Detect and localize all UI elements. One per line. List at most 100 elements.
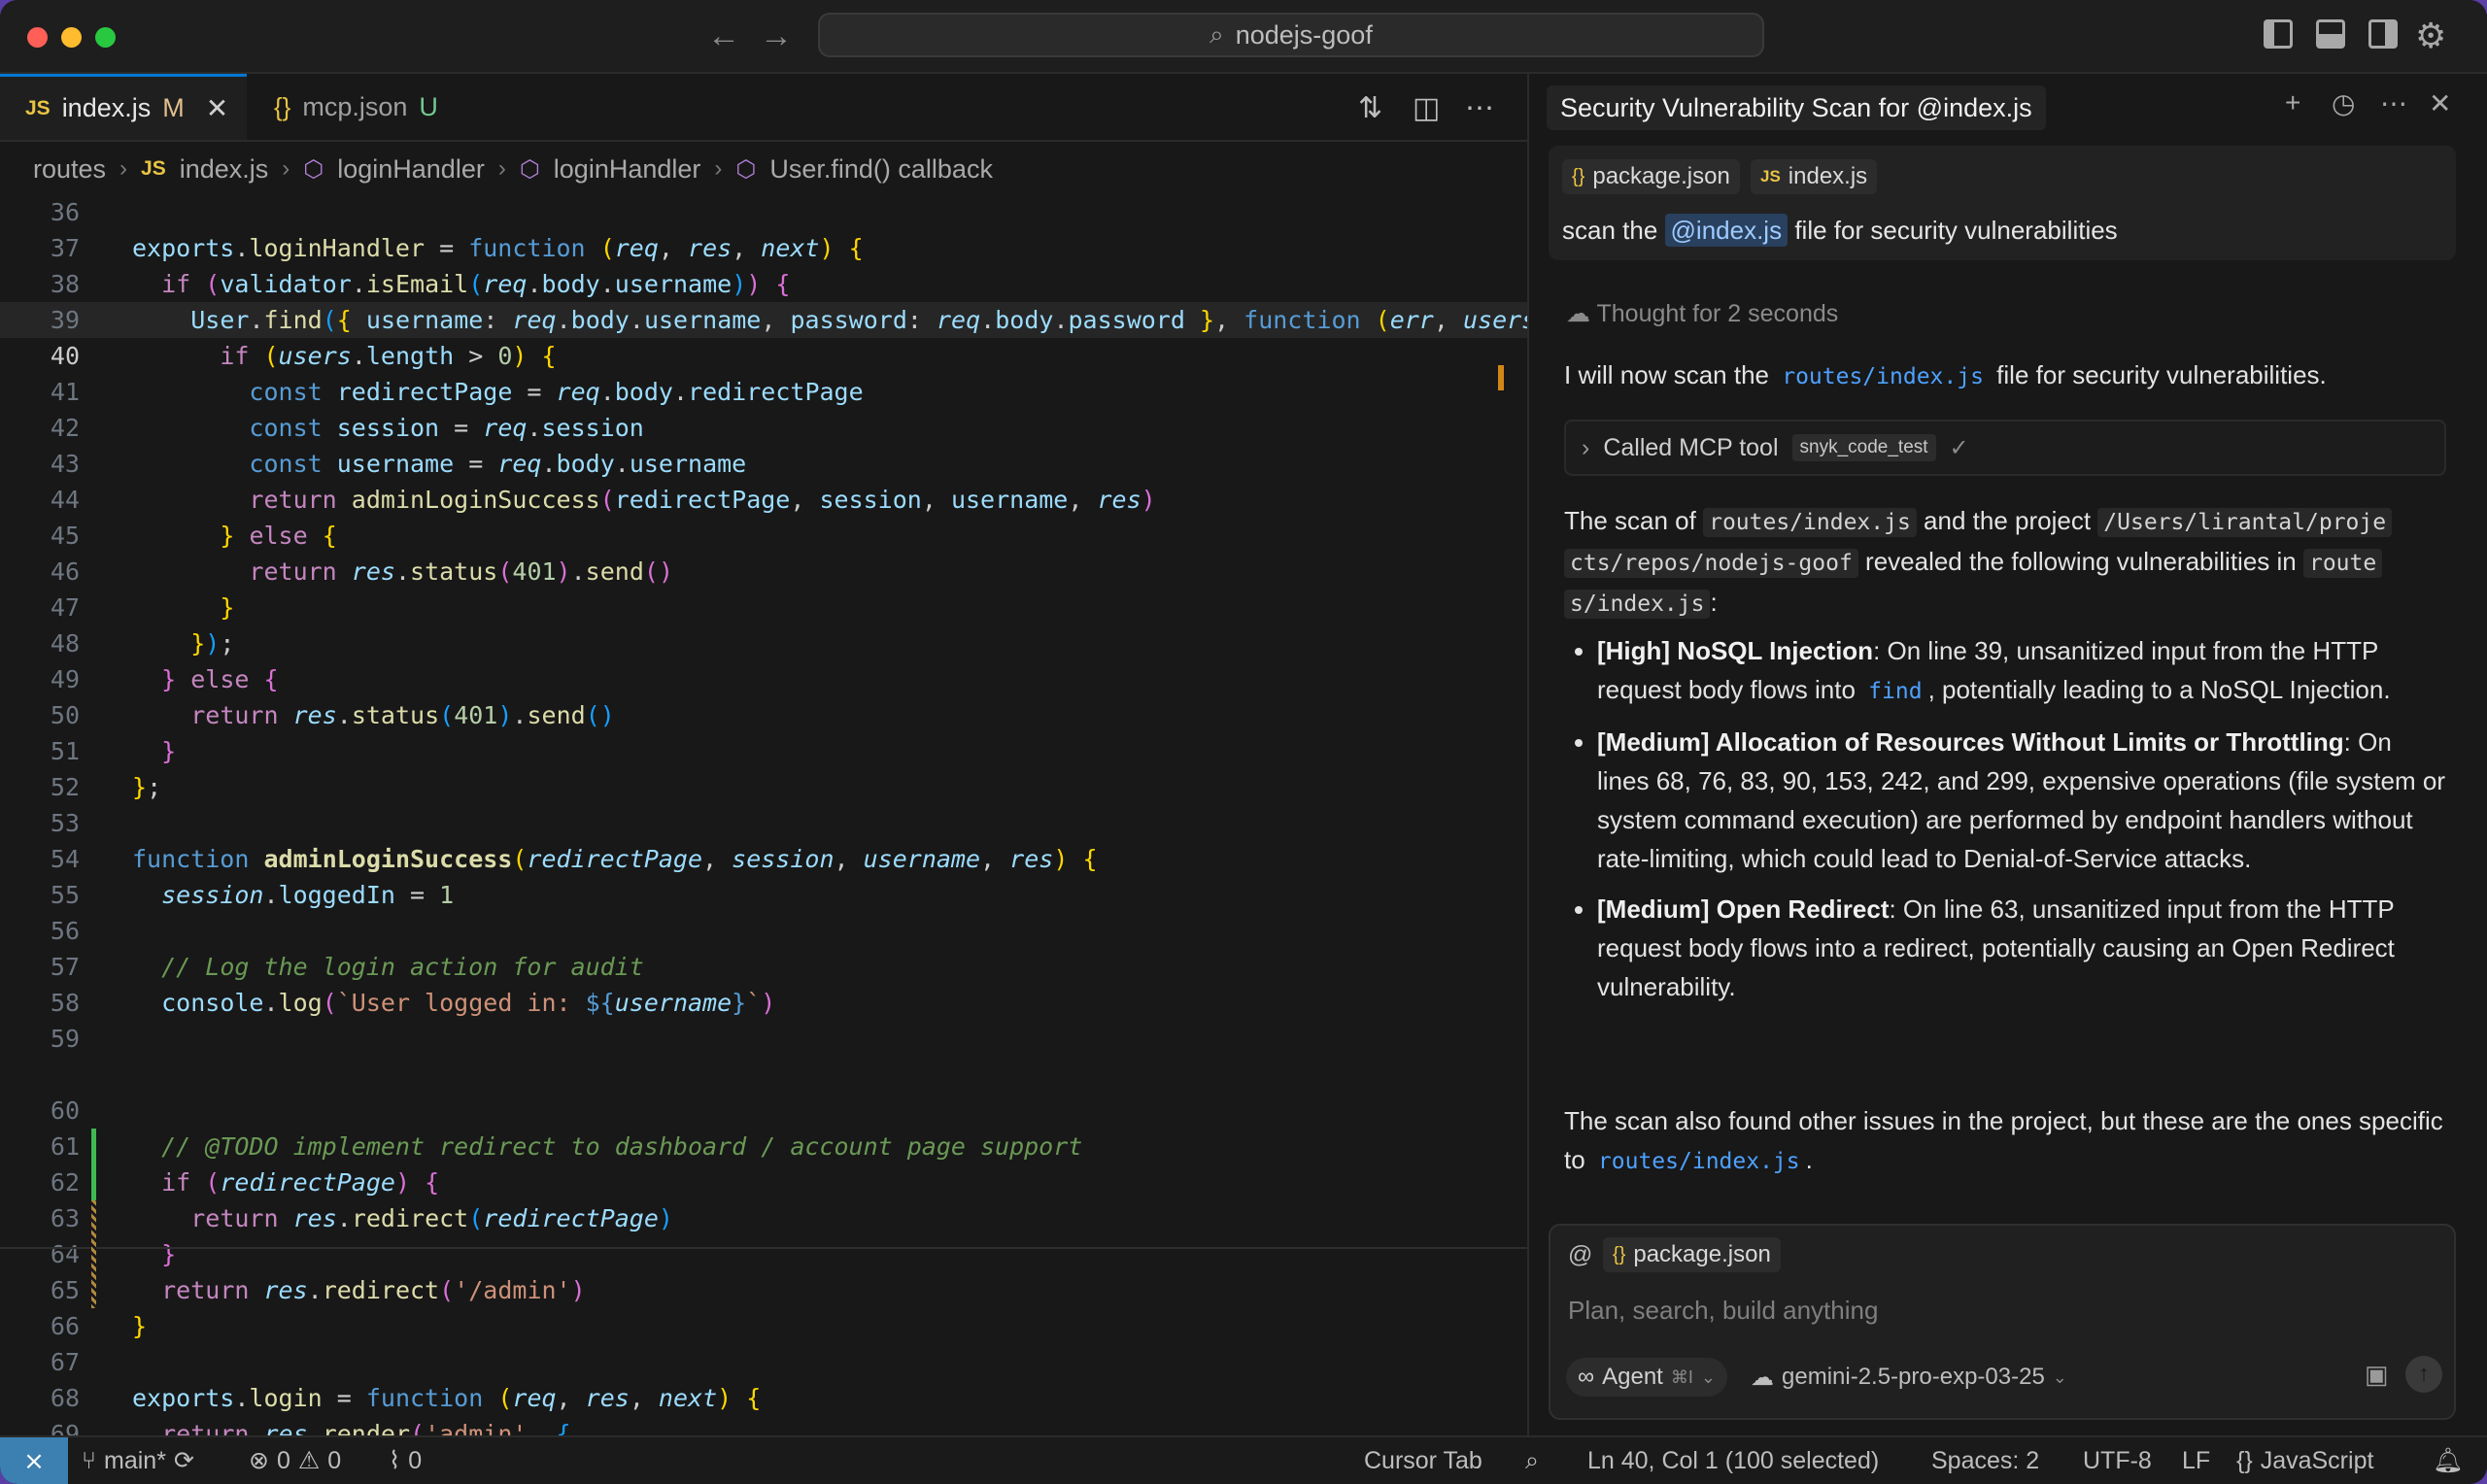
- broadcast-icon: ⌇: [389, 1447, 401, 1474]
- chevron-right-icon: ›: [714, 155, 723, 182]
- vulnerability-title: [High] NoSQL Injection: [1597, 636, 1874, 665]
- title-bar: ← → ⌕ nodejs-goof ⚙: [0, 0, 2487, 74]
- agent-mode-selector[interactable]: ∞ Agent ⌘I ⌄: [1566, 1358, 1727, 1397]
- eol-indicator[interactable]: LF: [2182, 1437, 2210, 1484]
- vulnerability-item: [Medium] Open Redirect: On line 63, unsa…: [1597, 890, 2448, 1006]
- code-line: console.log(`User logged in: ${username}…: [161, 989, 776, 1017]
- zoom-window-button[interactable]: [95, 27, 116, 48]
- more-options-icon[interactable]: ⋯: [2380, 87, 2407, 119]
- symbol-icon: ⬡: [519, 155, 540, 183]
- branch-indicator[interactable]: ⑂ main* ⟳: [82, 1437, 194, 1484]
- remote-indicator[interactable]: ⨯: [0, 1437, 68, 1484]
- editor-area: JS index.js M ✕ {} mcp.json U ⇅ ◫ ⋯ rout…: [0, 74, 1527, 1435]
- tool-name: snyk_code_test: [1791, 434, 1936, 461]
- language-mode[interactable]: {} JavaScript: [2236, 1437, 2373, 1484]
- encoding-text: UTF-8: [2083, 1446, 2152, 1474]
- line-number: 46: [50, 557, 80, 586]
- line-number: 61: [50, 1132, 80, 1161]
- code-editor[interactable]: 36 37 exports.loginHandler = function (re…: [0, 194, 1527, 1435]
- message-text: :: [1710, 588, 1718, 617]
- chevron-right-icon: ›: [497, 155, 506, 182]
- model-selector[interactable]: ☁ gemini-2.5-pro-exp-03-25 ⌄: [1751, 1358, 2067, 1397]
- inline-code-link[interactable]: find: [1862, 679, 1927, 704]
- code-line: });: [190, 629, 235, 658]
- zoom-indicator[interactable]: ⌕: [1525, 1437, 1539, 1484]
- close-panel-icon[interactable]: ✕: [2429, 87, 2451, 119]
- code-line: }: [220, 593, 235, 622]
- mention-button[interactable]: @: [1568, 1241, 1592, 1269]
- vulnerability-item: [Medium] Allocation of Resources Without…: [1597, 723, 2448, 878]
- line-number: 59: [50, 1025, 80, 1053]
- file-mention[interactable]: @index.js: [1664, 214, 1789, 247]
- close-window-button[interactable]: [27, 27, 48, 48]
- tab-index-js[interactable]: JS index.js M ✕: [0, 74, 247, 140]
- line-number: 57: [50, 953, 80, 981]
- position-text: Ln 40, Col 1 (100 selected): [1587, 1446, 1880, 1474]
- settings-gear-icon[interactable]: ⚙: [2415, 16, 2446, 56]
- line-number: 60: [50, 1096, 80, 1125]
- context-chip-package-json[interactable]: {} package.json: [1562, 159, 1740, 194]
- chip-label: package.json: [1633, 1241, 1771, 1267]
- line-number: 42: [50, 414, 80, 442]
- mcp-tool-call[interactable]: › Called MCP tool snyk_code_test ✓: [1564, 420, 2446, 476]
- line-number: 67: [50, 1348, 80, 1376]
- tab-mcp-json[interactable]: {} mcp.json U: [249, 74, 463, 140]
- context-chip-index-js[interactable]: JS index.js: [1751, 159, 1878, 194]
- tab-label: index.js: [61, 93, 152, 122]
- back-arrow-icon[interactable]: ←: [707, 17, 740, 55]
- chat-composer[interactable]: @ {} package.json Plan, search, build an…: [1549, 1224, 2456, 1420]
- code-line: exports.loginHandler = function (req, re…: [132, 234, 864, 262]
- cursor-position[interactable]: Ln 40, Col 1 (100 selected): [1587, 1437, 1879, 1484]
- source-control-diff-icon[interactable]: ⇅: [1358, 91, 1382, 125]
- code-line: function adminLoginSuccess(redirectPage,…: [132, 845, 1098, 873]
- toggle-primary-sidebar-icon[interactable]: [2264, 19, 2293, 49]
- context-chip-package-json[interactable]: {} package.json: [1603, 1237, 1781, 1272]
- close-tab-icon[interactable]: ✕: [206, 92, 228, 124]
- composer-input[interactable]: Plan, search, build anything: [1568, 1296, 1878, 1326]
- file-link[interactable]: routes/index.js: [1592, 1149, 1806, 1174]
- breadcrumb-item[interactable]: loginHandler: [554, 154, 701, 185]
- breadcrumb-item[interactable]: User.find() callback: [769, 154, 993, 185]
- toggle-panel-icon[interactable]: [2316, 19, 2345, 49]
- code-line: // @TODO implement redirect to dashboard…: [161, 1132, 1083, 1161]
- send-button[interactable]: ↑: [2405, 1356, 2442, 1393]
- message-text: I will now scan the: [1564, 360, 1769, 389]
- line-number: 47: [50, 593, 80, 622]
- javascript-file-icon: JS: [25, 96, 51, 119]
- code-line: const username = req.body.username: [249, 450, 747, 478]
- breadcrumb-item[interactable]: loginHandler: [337, 154, 485, 185]
- user-message[interactable]: {} package.json JS index.js scan the @in…: [1549, 146, 2456, 260]
- minimize-window-button[interactable]: [61, 27, 82, 48]
- warning-icon: ⚠: [297, 1447, 321, 1474]
- thought-text: Thought for 2 seconds: [1596, 300, 1839, 327]
- history-icon[interactable]: ◷: [2332, 87, 2355, 119]
- vulnerability-title: [Medium] Open Redirect: [1597, 894, 1890, 924]
- chat-title[interactable]: Security Vulnerability Scan for @index.j…: [1547, 85, 2046, 130]
- notifications-bell-icon[interactable]: 🔔︎: [2433, 1437, 2464, 1484]
- search-icon: ⌕: [1525, 1446, 1540, 1474]
- modified-badge: M: [162, 93, 185, 122]
- line-number: 45: [50, 522, 80, 550]
- image-attach-icon[interactable]: ▣: [2365, 1360, 2389, 1390]
- error-count: 0: [276, 1446, 290, 1474]
- toggle-secondary-sidebar-icon[interactable]: [2368, 19, 2398, 49]
- scan-summary: The scan of routes/index.js and the proj…: [1564, 501, 2448, 624]
- command-center-search[interactable]: ⌕ nodejs-goof: [818, 13, 1764, 57]
- indentation-indicator[interactable]: Spaces: 2: [1931, 1437, 2039, 1484]
- new-chat-icon[interactable]: +: [2285, 87, 2300, 118]
- problems-indicator[interactable]: ⊗ 0 ⚠ 0: [249, 1437, 341, 1484]
- json-file-icon: {}: [1572, 165, 1585, 187]
- line-number: 53: [50, 809, 80, 837]
- split-editor-icon[interactable]: ◫: [1413, 91, 1440, 125]
- thought-indicator[interactable]: ☁ Thought for 2 seconds: [1566, 299, 1838, 328]
- encoding-indicator[interactable]: UTF-8: [2083, 1437, 2152, 1484]
- file-link[interactable]: routes/index.js: [1776, 364, 1990, 389]
- breadcrumb-item[interactable]: routes: [33, 154, 106, 185]
- more-actions-icon[interactable]: ⋯: [1465, 91, 1494, 125]
- code-line: session.loggedIn = 1: [161, 881, 455, 909]
- ports-indicator[interactable]: ⌇ 0: [389, 1437, 422, 1484]
- json-file-icon: {}: [1613, 1243, 1626, 1265]
- cursor-tab-indicator[interactable]: Cursor Tab: [1364, 1437, 1482, 1484]
- forward-arrow-icon[interactable]: →: [760, 17, 793, 55]
- breadcrumb-item[interactable]: index.js: [180, 154, 269, 185]
